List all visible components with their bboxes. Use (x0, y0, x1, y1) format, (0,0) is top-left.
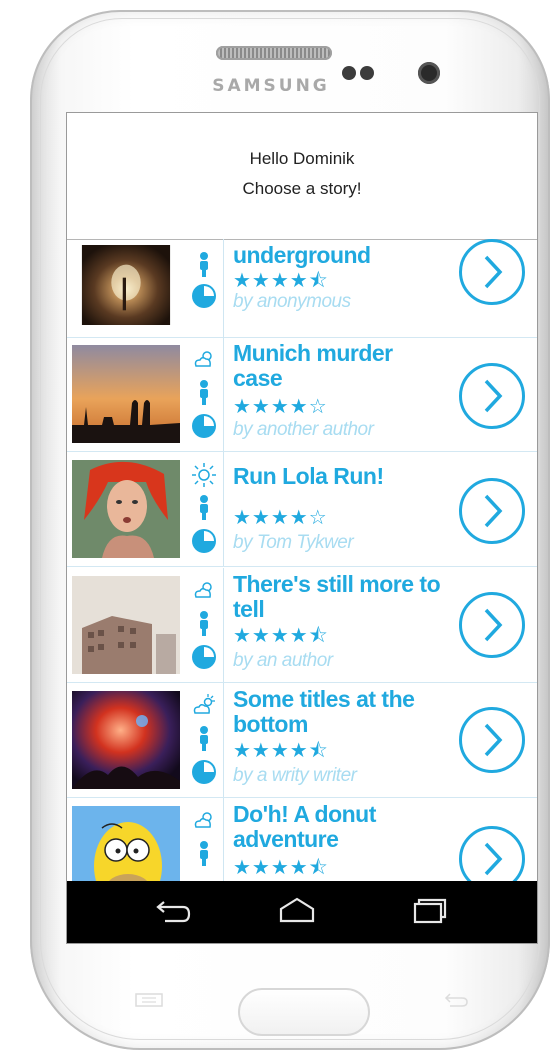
story-thumbnail-homer (72, 806, 180, 881)
story-list[interactable]: underground ★★★★⯪ by anonymous Munich mu… (67, 239, 537, 881)
story-author: by Tom Tykwer (233, 532, 354, 553)
story-title: There's still more to tell (233, 571, 441, 622)
story-icons (185, 239, 224, 337)
story-rating-stars: ★★★★⯪ (233, 625, 329, 647)
clock-icon (192, 284, 216, 308)
chevron-right-icon (484, 379, 503, 413)
open-story-button[interactable] (459, 707, 525, 773)
proximity-sensor (342, 66, 356, 80)
open-story-button[interactable] (459, 592, 525, 658)
person-icon (200, 611, 208, 636)
person-icon (200, 495, 208, 520)
person-icon (200, 841, 208, 866)
story-icons (185, 683, 224, 797)
icon-divider (223, 798, 224, 881)
cloud-sun-icon (194, 582, 212, 598)
story-title: Some titles at the bottom (233, 686, 415, 737)
home-icon[interactable] (277, 895, 317, 927)
chevron-right-icon (484, 723, 503, 757)
cloud-sun-icon (194, 351, 212, 367)
story-title: Munich murder case (233, 340, 393, 391)
icon-divider (223, 452, 224, 566)
clock-icon (192, 760, 216, 784)
front-camera-icon (418, 62, 440, 84)
open-story-button[interactable] (459, 478, 525, 544)
story-thumbnail-tunnel (81, 245, 171, 325)
hardware-menu-icon[interactable] (134, 992, 164, 1008)
chevron-right-icon (484, 608, 503, 642)
person-icon (200, 380, 208, 405)
story-thumbnail-munich (72, 345, 180, 443)
clock-icon (192, 529, 216, 553)
chevron-right-icon (484, 842, 503, 876)
earpiece-speaker (216, 46, 332, 60)
story-row[interactable]: Munich murder case ★★★★☆ by another autho… (67, 337, 537, 452)
clock-icon (192, 414, 216, 438)
story-author: by a writy writer (233, 765, 357, 786)
story-title: Do'h! A donut adventure (233, 801, 376, 852)
story-rating-stars: ★★★★⯪ (233, 740, 329, 762)
device-brand: SAMSUNG (212, 76, 330, 96)
hardware-home-button[interactable] (238, 988, 370, 1036)
android-navigation-bar (67, 881, 537, 943)
person-icon (200, 252, 208, 277)
clock-icon (192, 645, 216, 669)
back-icon[interactable] (151, 895, 191, 927)
icon-divider (223, 337, 224, 451)
sun-icon (192, 463, 216, 487)
story-icons (185, 452, 224, 566)
story-row[interactable]: There's still more to tell ★★★★⯪ by an au… (67, 568, 537, 683)
open-story-button[interactable] (459, 239, 525, 305)
app-header: Hello Dominik Choose a story! (67, 113, 537, 240)
greeting-text: Hello Dominik (249, 149, 355, 168)
story-author: by anonymous (233, 291, 351, 312)
story-icons (185, 568, 224, 682)
story-icons (185, 798, 224, 881)
story-row[interactable]: Do'h! A donut adventure ★★★★⯪ (67, 798, 537, 881)
icon-divider (223, 683, 224, 797)
light-sensor (360, 66, 374, 80)
story-row[interactable]: Run Lola Run! ★★★★☆ by Tom Tykwer (67, 452, 537, 567)
person-icon (200, 726, 208, 751)
story-row[interactable]: Some titles at the bottom ★★★★⯪ by a writ… (67, 683, 537, 798)
story-title: Run Lola Run! (233, 463, 384, 489)
story-rating-stars: ★★★★⯪ (233, 857, 329, 879)
choose-prompt: Choose a story! (242, 179, 362, 198)
story-author: by another author (233, 419, 374, 440)
story-rating-stars: ★★★★☆ (233, 396, 328, 418)
story-thumbnail-building (72, 576, 180, 674)
icon-divider (223, 239, 224, 337)
cloud-sun-icon (194, 812, 212, 828)
story-title: underground (233, 242, 371, 268)
hardware-back-icon[interactable] (440, 992, 470, 1008)
open-story-button[interactable] (459, 363, 525, 429)
story-thumbnail-concert (72, 691, 180, 789)
story-rating-stars: ★★★★☆ (233, 507, 328, 529)
chevron-right-icon (484, 494, 503, 528)
recents-icon[interactable] (409, 895, 449, 927)
story-row[interactable]: underground ★★★★⯪ by anonymous (67, 239, 537, 338)
story-thumbnail-lola (72, 460, 180, 558)
chevron-right-icon (484, 255, 503, 289)
icon-divider (223, 568, 224, 682)
story-rating-stars: ★★★★⯪ (233, 270, 329, 292)
story-icons (185, 337, 224, 451)
story-author: by an author (233, 650, 333, 671)
sun-cloud-icon (193, 694, 215, 714)
phone-screen: Hello Dominik Choose a story! undergroun… (66, 112, 538, 944)
open-story-button[interactable] (459, 826, 525, 881)
